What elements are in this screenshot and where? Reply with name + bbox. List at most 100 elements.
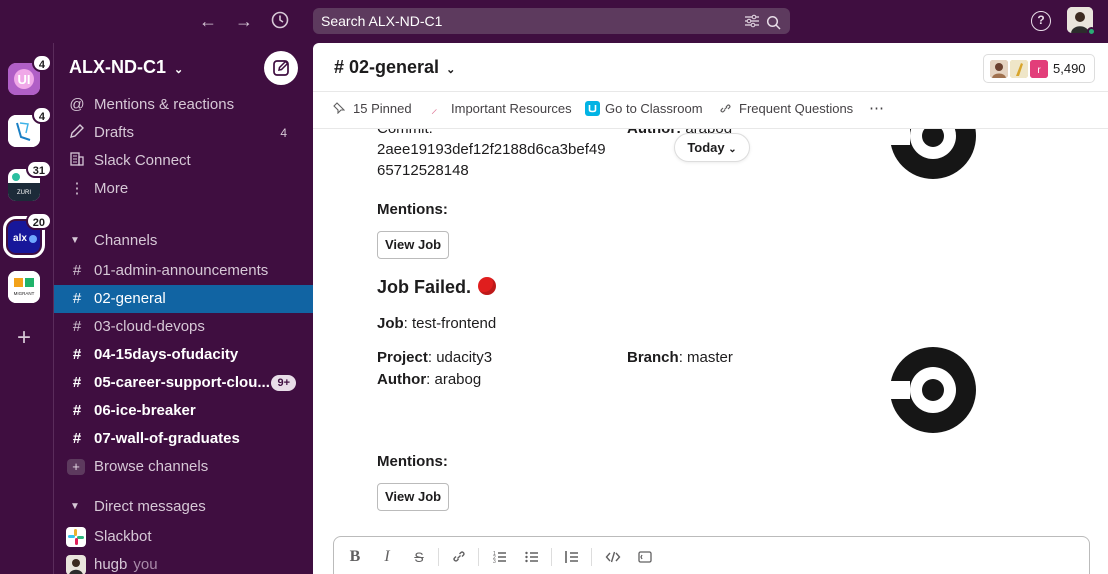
bookmark-go-to-classroom[interactable]: Go to Classroom (585, 93, 703, 125)
svg-text:UI: UI (18, 72, 31, 87)
at-icon: @ (69, 96, 85, 113)
bookmark-pinned[interactable]: 15 Pinned (333, 93, 412, 125)
sidebar-item-dm-self[interactable]: hugb you (54, 551, 313, 574)
svg-text:alx: alx (13, 233, 27, 244)
bookmark-frequent-questions[interactable]: Frequent Questions (719, 93, 853, 125)
add-workspace-icon[interactable]: + (14, 326, 34, 350)
sidebar-item-dm-slackbot[interactable]: Slackbot (54, 523, 313, 551)
workspace-badge: 4 (31, 106, 52, 124)
sidebar: ALX-ND-C1 ⌄ @ Mentions & reactions Draft… (53, 43, 313, 574)
clock-icon[interactable] (269, 10, 291, 32)
view-job-button[interactable]: View Job (377, 483, 450, 511)
commit-hash: 2aee19193def12f2188d6ca3bef49 6571252814… (377, 141, 606, 179)
bookmark-important-resources[interactable]: ⸝ Important Resources (431, 93, 572, 125)
browse-channels-button[interactable]: + Browse channels (54, 453, 313, 481)
avatar (66, 555, 86, 574)
member-avatar (1009, 59, 1029, 79)
mentions-label: Mentions: (377, 453, 448, 470)
presence-active-icon (1087, 27, 1096, 36)
workspace-badge: 4 (31, 54, 52, 72)
hash-icon: # (72, 290, 82, 307)
channel-title[interactable]: # 02-general ⌄ (334, 57, 455, 78)
sidebar-item-channel-unread[interactable]: # 06-ice-breaker (54, 397, 313, 425)
search-input[interactable]: Search ALX-ND-C1 (313, 8, 790, 34)
hash-icon: # (72, 262, 82, 279)
code-block-icon[interactable] (634, 546, 656, 568)
sidebar-item-slack-connect[interactable]: Slack Connect (54, 147, 313, 175)
compose-icon (273, 60, 289, 76)
link-icon[interactable] (448, 546, 470, 568)
ordered-list-icon[interactable]: 123 (489, 546, 511, 568)
caret-down-icon: ▼ (70, 235, 80, 246)
compose-button[interactable] (264, 51, 298, 85)
help-icon[interactable]: ? (1031, 11, 1051, 31)
svg-text:ZURI: ZURI (17, 190, 31, 196)
channels-header[interactable]: ▼ Channels (54, 227, 313, 255)
arrow-left-icon[interactable]: ← (197, 10, 219, 32)
workspace-ui[interactable]: UI 4 (8, 54, 52, 95)
toolbar-divider (591, 548, 592, 566)
svg-text:3: 3 (493, 559, 496, 565)
drafts-count: 4 (280, 126, 287, 140)
sidebar-item-mentions[interactable]: @ Mentions & reactions (54, 91, 313, 119)
bookmarks-more-button[interactable]: ⋯ (869, 93, 884, 125)
sidebar-item-channel-selected[interactable]: # 02-general (54, 285, 313, 313)
date-divider-today[interactable]: Today ⌄ (674, 133, 750, 162)
sidebar-item-more[interactable]: ⋮ More (54, 175, 313, 203)
plus-icon: + (67, 459, 85, 475)
filter-icon[interactable] (744, 8, 760, 43)
arrow-right-icon[interactable]: → (233, 10, 255, 32)
direct-messages-header[interactable]: ▼ Direct messages (54, 493, 313, 521)
hash-icon: # (72, 430, 82, 447)
view-job-button[interactable]: View Job (377, 231, 450, 259)
mentions-label: Mentions: (377, 201, 448, 218)
workspace-badge: 20 (25, 212, 52, 230)
workspace-badge: 31 (25, 160, 52, 178)
blockquote-icon[interactable] (561, 546, 583, 568)
sidebar-item-channel[interactable]: # 01-admin-announcements (54, 257, 313, 285)
member-list-button[interactable]: r 5,490 (983, 54, 1095, 83)
job-field: Job: test-frontend (377, 315, 497, 332)
sidebar-item-channel-unread[interactable]: # 07-wall-of-graduates (54, 425, 313, 453)
workspace-zuri[interactable]: ZURI 31 (8, 160, 52, 201)
toolbar-divider (551, 548, 552, 566)
workspace-rail: UI 4 4 ZURI 31 alx 20 MIGRANT + (0, 43, 53, 574)
toolbar-divider (478, 548, 479, 566)
chevron-down-icon: ⌄ (174, 64, 184, 76)
chevron-down-icon: ⌄ (446, 64, 456, 76)
caret-down-icon: ▼ (70, 501, 80, 512)
project-field: Project: udacity3 (377, 349, 493, 366)
code-icon[interactable] (602, 546, 624, 568)
sidebar-item-channel-unread[interactable]: # 05-career-support-clou... 9+ (54, 369, 313, 397)
hash-icon: # (72, 346, 82, 363)
building-icon (68, 147, 86, 175)
bookmark-icon: ⸝ (431, 101, 438, 116)
workspace-migrant[interactable]: MIGRANT (8, 271, 40, 303)
member-avatar (989, 59, 1009, 79)
bullet-list-icon[interactable] (521, 546, 543, 568)
strikethrough-button[interactable]: S (408, 546, 430, 568)
branch-field: Branch: master (627, 349, 733, 366)
workspace-two[interactable]: 4 (8, 106, 52, 147)
pencil-icon (68, 119, 86, 147)
message-composer[interactable]: B I S 123 (333, 536, 1090, 574)
job-failed-title: Job Failed. (377, 277, 497, 298)
sidebar-item-channel[interactable]: # 03-cloud-devops (54, 313, 313, 341)
link-icon (719, 93, 735, 125)
sidebar-item-drafts[interactable]: Drafts 4 (54, 119, 313, 147)
workspace-name[interactable]: ALX-ND-C1 ⌄ (69, 57, 183, 78)
bold-button[interactable]: B (344, 546, 366, 568)
workspace-alx[interactable]: alx 20 (3, 212, 52, 258)
red-circle-icon (478, 277, 497, 295)
more-vertical-icon: ⋮ (69, 180, 85, 197)
channel-header: # 02-general ⌄ r 5,490 (313, 43, 1108, 92)
sidebar-item-channel-unread[interactable]: # 04-15days-ofudacity (54, 341, 313, 369)
bookmarks-bar: 15 Pinned ⸝ Important Resources Go to Cla… (313, 93, 1108, 129)
pin-icon (333, 93, 349, 125)
channel-view: # 02-general ⌄ r 5,490 15 Pinned ⸝ Import… (313, 43, 1108, 574)
italic-button[interactable]: I (376, 546, 398, 568)
svg-text:MIGRANT: MIGRANT (14, 291, 35, 296)
hash-icon: # (72, 374, 82, 391)
hash-icon: # (72, 402, 82, 419)
hash-icon: # (72, 318, 82, 335)
